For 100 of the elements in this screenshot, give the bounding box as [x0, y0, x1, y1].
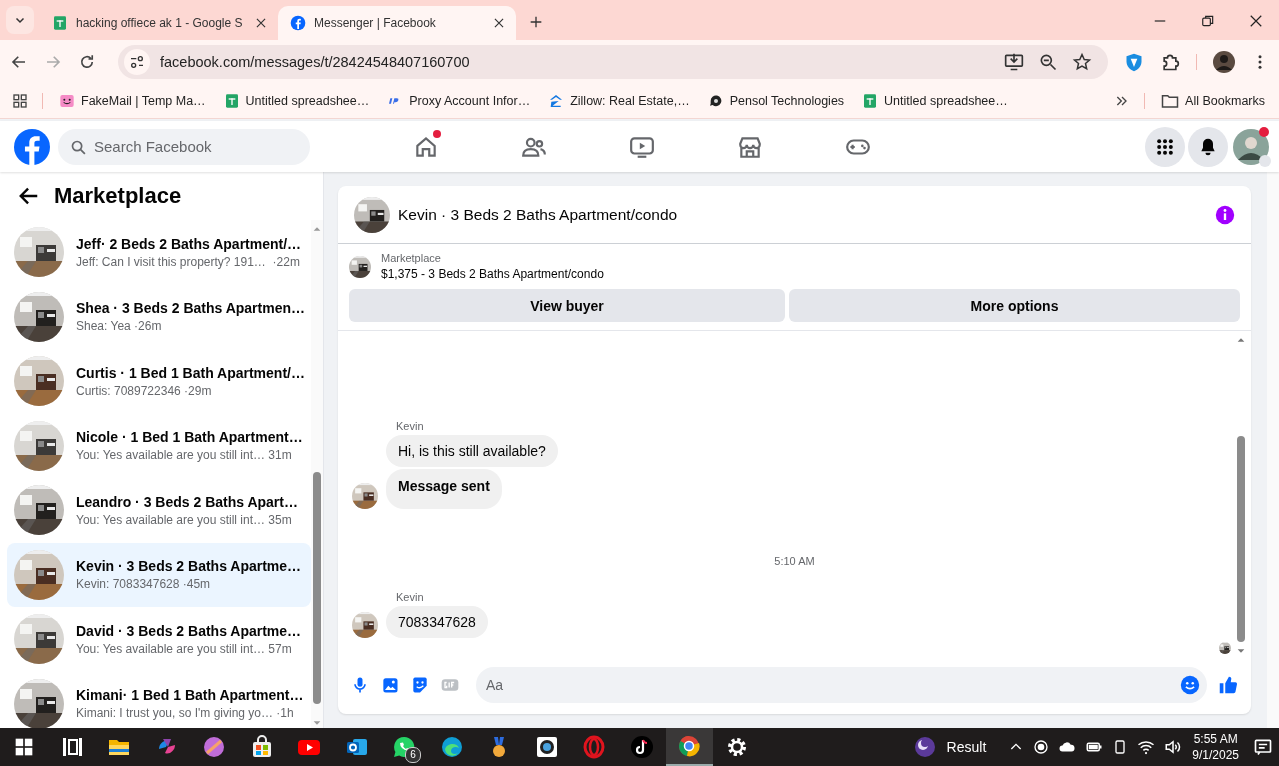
smiley-icon	[59, 93, 75, 109]
conversation-preview: You: Yes available are you still int… 57m	[76, 641, 293, 656]
conversation-item[interactable]: David · 3 Beds 2 Baths Apartme… You: Yes available are you still int… 57m	[7, 607, 311, 672]
bookmark[interactable]: FakeMail | Temp Ma…	[57, 93, 208, 109]
notification-badge: 6	[405, 747, 421, 763]
folder-icon	[1161, 92, 1180, 110]
search-icon	[70, 138, 87, 156]
conversation-item[interactable]: Kevin · 3 Beds 2 Baths Apartme… Kevin: 7083347628 ·45m	[7, 542, 311, 607]
conversation-title: Curtis · 1 Bed 1 Bath Apartment/…	[76, 364, 303, 381]
zoom-out-icon[interactable]	[1038, 52, 1058, 72]
clock[interactable]: 5:55 AM 9/1/2025	[1192, 731, 1239, 763]
bookmark[interactable]: Pensol Technologies	[705, 93, 847, 109]
timestamp: 5:10 AM	[774, 555, 815, 567]
conversation-title: Nicole · 1 Bed 1 Bath Apartment…	[76, 429, 303, 446]
menu-button[interactable]	[1145, 126, 1185, 167]
conversation-preview: Kevin: 7083347628 ·45m	[76, 577, 212, 592]
wifi-icon[interactable]	[1137, 738, 1156, 756]
spreadsheet-icon	[223, 93, 240, 109]
notifications-button[interactable]	[1188, 126, 1228, 167]
sidebar-title: Marketplace	[54, 183, 182, 209]
facebook-logo[interactable]	[14, 128, 50, 165]
sender-name: Kevin	[396, 591, 424, 603]
extensions-icon[interactable]	[1160, 52, 1180, 72]
action-button[interactable]: More options	[789, 289, 1240, 322]
conversation-item[interactable]: Leandro · 3 Beds 2 Baths Apart… You: Yes available are you still int… 35m	[7, 478, 311, 543]
ball-icon	[202, 735, 227, 759]
taskbar-app[interactable]: 6	[380, 728, 428, 766]
all-bookmarks-button[interactable]: All Bookmarks	[1159, 92, 1267, 110]
grid-menu-icon	[1155, 136, 1175, 157]
globe-wave-icon	[439, 735, 464, 759]
notifications-icon[interactable]	[1253, 737, 1273, 757]
spreadsheet-icon	[862, 93, 879, 109]
bookmark[interactable]: Zillow: Real Estate,…	[546, 93, 692, 109]
house-icon	[548, 93, 565, 109]
record-icon[interactable]	[1033, 739, 1050, 755]
info-icon[interactable]	[1215, 204, 1235, 225]
conversation-preview: Shea: Yea ·26m	[76, 319, 163, 334]
conversation-preview: You: Yes available are you still int… 35m	[76, 512, 293, 527]
message-bubble: Message sent	[386, 469, 502, 509]
close-icon[interactable]	[1249, 14, 1263, 28]
message-bubble: Hi, is this still available?	[386, 435, 558, 467]
message-bubble: 7083347628	[386, 606, 488, 638]
conversation-title: Jeff· 2 Beds 2 Baths Apartment/…	[76, 235, 302, 252]
music-note-icon	[629, 735, 654, 759]
conversation-preview: Jeff: Can I visit this property? 191… ·22m	[76, 254, 301, 269]
conversation-title: Shea · 3 Beds 2 Baths Apartmen…	[76, 300, 303, 317]
sender-name: Kevin	[396, 420, 424, 432]
listing-label: Marketplace	[381, 252, 442, 264]
ring-icon	[582, 735, 607, 759]
back-icon[interactable]	[10, 53, 28, 71]
listing-title: $1,375 - 3 Beds 2 Baths Apartment/condo	[381, 267, 604, 281]
action-button[interactable]: View buyer	[349, 289, 785, 322]
square-logo-icon	[534, 735, 559, 759]
address-bar[interactable]: facebook.com/messages/t/28424548407160700	[118, 45, 1108, 79]
conversation-preview: Kimani: I trust you, so I'm giving yo… ·1h	[76, 706, 295, 721]
search-field[interactable]: Search Facebook	[58, 128, 310, 165]
conversation-item[interactable]: Curtis · 1 Bed 1 Bath Apartment/… Curtis: 7089722346 ·29m	[7, 349, 311, 414]
facebook-icon	[290, 15, 306, 31]
new-tab-icon[interactable]	[528, 14, 544, 30]
weather-widget[interactable]: Result	[912, 735, 987, 759]
conversation-item[interactable]: Shea · 3 Beds 2 Baths Apartmen… Shea: Yea ·26m	[7, 284, 311, 349]
emoji-icon[interactable]	[1179, 674, 1201, 696]
account-button[interactable]	[1231, 126, 1271, 167]
thumbs-up-icon[interactable]	[1217, 674, 1239, 696]
conversation-preview: You: Yes available are you still int… 31m	[76, 448, 293, 463]
browser-tab[interactable]: Messenger | Facebook	[278, 6, 516, 40]
conversation-item[interactable]: Nicole · 1 Bed 1 Bath Apartment… You: Yes available are you still int… 31m	[7, 413, 311, 478]
site-settings-icon[interactable]	[129, 54, 145, 70]
sticker-icon[interactable]	[410, 675, 430, 695]
profile-avatar[interactable]	[1213, 51, 1235, 73]
conversation-title: David · 3 Beds 2 Baths Apartme…	[76, 622, 302, 639]
bookmark[interactable]: Untitled spreadshee…	[860, 93, 1010, 109]
install-icon[interactable]	[1004, 52, 1024, 72]
apps-icon[interactable]	[12, 93, 28, 109]
conversation-item[interactable]: Jeff· 2 Beds 2 Baths Apartment/… Jeff: Can I visit this property? 191… ·22m	[7, 220, 311, 285]
taskbar-app[interactable]	[665, 728, 713, 766]
moon-icon	[912, 735, 937, 759]
conversation-title: Kevin · 3 Beds 2 Baths Apartme…	[76, 558, 302, 575]
browser-tab[interactable]: hacking offiece ak 1 - Google S	[40, 6, 278, 40]
reload-icon[interactable]	[78, 53, 96, 71]
browser-icon	[677, 734, 702, 758]
chat-title: Kevin · 3 Beds 2 Baths Apartment/condo	[398, 205, 679, 224]
shield-icon[interactable]	[1124, 52, 1144, 72]
gear-head-icon	[707, 93, 724, 109]
image-icon[interactable]	[380, 675, 400, 695]
conversation-item[interactable]: Kimani· 1 Bed 1 Bath Apartment… Kimani: I trust you, so I'm giving yo… ·1h	[7, 671, 311, 728]
conversation-title: Kimani· 1 Bed 1 Bath Apartment…	[76, 687, 303, 704]
conversation-preview: Curtis: 7089722346 ·29m	[76, 383, 213, 398]
spreadsheet-icon	[52, 15, 68, 31]
star-icon[interactable]	[1072, 52, 1092, 72]
start-icon[interactable]	[14, 737, 34, 757]
restore-icon[interactable]	[1201, 14, 1215, 28]
volume-icon[interactable]	[1164, 738, 1183, 756]
bookmark[interactable]: Untitled spreadshee…	[221, 93, 372, 109]
back-arrow-icon[interactable]	[18, 185, 40, 207]
close-icon[interactable]	[254, 16, 268, 30]
bookmark[interactable]: Proxy Account Infor…	[385, 93, 533, 109]
close-icon[interactable]	[492, 16, 506, 30]
conversation-title: Leandro · 3 Beds 2 Baths Apart…	[76, 493, 298, 510]
message-field[interactable]: Aa	[476, 667, 1207, 703]
